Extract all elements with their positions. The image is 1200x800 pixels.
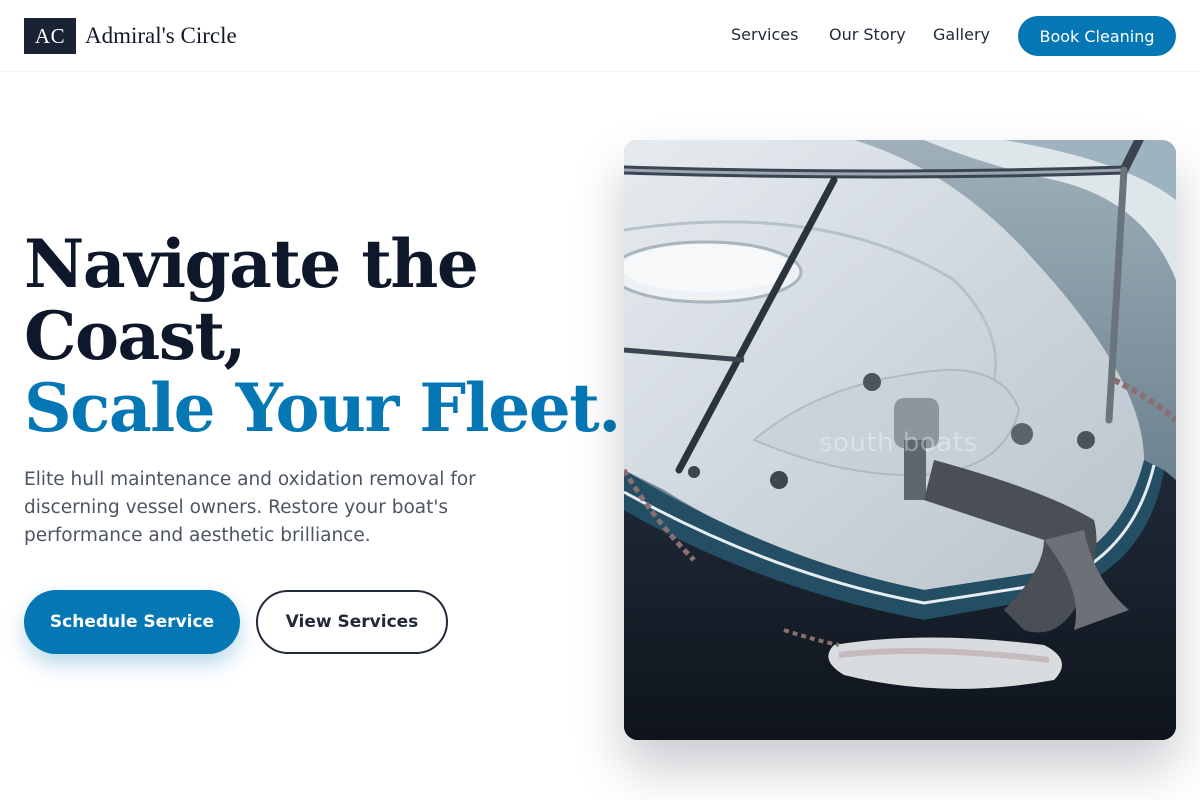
hero-description: Elite hull maintenance and oxidation rem…	[24, 469, 476, 546]
headline-accent: Scale Your Fleet.	[24, 369, 621, 447]
brand[interactable]: AC Admiral's Circle	[24, 18, 237, 54]
image-watermark: south boats	[819, 428, 978, 458]
nav-link-services[interactable]: Services	[731, 24, 798, 46]
book-cleaning-button[interactable]: Book Cleaning	[1018, 16, 1176, 56]
headline-line-2: Coast,	[24, 297, 246, 375]
nav-link-our-story[interactable]: Our Story	[829, 24, 906, 46]
brand-name: Admiral's Circle	[85, 23, 237, 48]
logo-mark: AC	[24, 18, 76, 54]
view-services-button[interactable]: View Services	[256, 590, 448, 654]
site-header: AC Admiral's Circle Services Our Story G…	[0, 0, 1200, 72]
headline-line-1: Navigate the	[24, 225, 479, 303]
hero-headline: Navigate the Coast, Scale Your Fleet.	[24, 225, 621, 447]
schedule-service-button[interactable]: Schedule Service	[24, 590, 240, 654]
hero-boat-image: south boats	[624, 140, 1176, 740]
nav-link-gallery[interactable]: Gallery	[933, 24, 990, 46]
